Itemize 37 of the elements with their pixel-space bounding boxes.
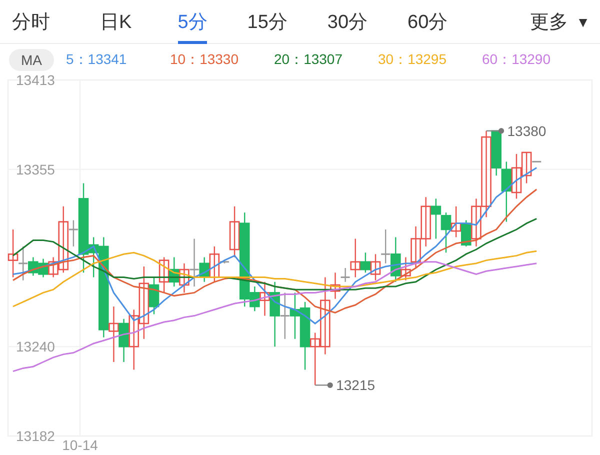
- candlestick: [511, 154, 522, 199]
- candlestick: [450, 206, 462, 238]
- candlestick: [370, 254, 381, 280]
- candlestick: [118, 318, 129, 362]
- y-axis-label: 13240: [16, 338, 55, 355]
- price-label: 13215: [336, 377, 376, 394]
- ma-value-label: 30：13295: [378, 51, 448, 69]
- candlestick: [430, 198, 442, 239]
- tab[interactable]: 60分: [408, 0, 448, 44]
- y-axis-label: 13182: [16, 428, 55, 444]
- tab[interactable]: 分时: [12, 0, 50, 44]
- candlestick: [420, 197, 431, 246]
- candlestick: [501, 162, 512, 222]
- candlestick: [280, 292, 290, 339]
- y-axis-label: 13413: [16, 74, 55, 88]
- candlestick: [158, 257, 170, 293]
- tab[interactable]: 5分: [178, 0, 208, 44]
- ma-value-label: 20：13307: [274, 51, 344, 69]
- candlestick: [440, 212, 452, 253]
- tab[interactable]: 日K: [100, 0, 132, 44]
- x-axis-label: 10-14: [62, 437, 98, 453]
- ma-value-label: 5：13341: [66, 51, 128, 69]
- price-label: 13380: [507, 122, 546, 139]
- leader-line: [486, 128, 504, 134]
- ma-value-label: 60：13290: [482, 51, 552, 69]
- candlestick: [128, 310, 140, 370]
- ma-badge: MA: [9, 49, 54, 71]
- tab[interactable]: 15分: [247, 0, 288, 44]
- leader-line: [315, 382, 333, 388]
- candlestick: [38, 258, 48, 278]
- ma-value-label: 10：13330: [170, 51, 240, 69]
- tab[interactable]: 30分: [327, 0, 368, 44]
- candlestick: [8, 230, 18, 278]
- y-axis-label: 13355: [16, 161, 55, 178]
- more-menu-button[interactable]: 更多 ▼: [530, 0, 590, 44]
- candlestick: [168, 257, 180, 286]
- candlestick: [381, 230, 390, 264]
